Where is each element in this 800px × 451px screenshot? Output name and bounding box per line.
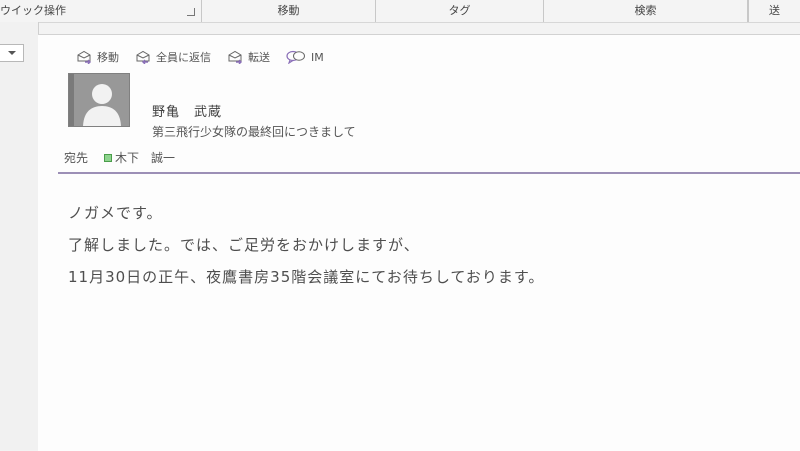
body-line: ノガメです。: [68, 204, 163, 222]
reply-all-action-button[interactable]: 全員に返信: [135, 49, 211, 65]
forward-icon: [228, 50, 242, 64]
reading-pane: 移動 全員に返信 転送 IM 野亀 武蔵 第三飛行少女隊の最終回につきまして 宛…: [38, 34, 800, 451]
reply-all-action-label: 全員に返信: [156, 51, 211, 64]
sender-avatar[interactable]: [68, 73, 130, 127]
dialog-launcher-icon[interactable]: [187, 8, 195, 16]
header-divider: [58, 172, 800, 174]
ribbon-group-label: 検索: [634, 4, 657, 17]
ribbon-bar: ウイック操作 移動 タグ 検索 送: [0, 0, 800, 23]
folder-dropdown[interactable]: [0, 44, 24, 62]
chat-icon: [286, 50, 305, 64]
message-action-bar: 移動 全員に返信 転送 IM: [76, 49, 340, 65]
im-action-button[interactable]: IM: [286, 49, 324, 65]
ribbon-group-label: タグ: [448, 4, 471, 17]
ribbon-group-label: 移動: [277, 4, 300, 17]
folder-pane-edge: [0, 22, 39, 450]
move-mail-icon: [77, 50, 91, 64]
presence-status-icon: [104, 153, 113, 162]
ribbon-group-find[interactable]: 検索: [544, 0, 748, 22]
chevron-down-icon: [8, 51, 16, 55]
recipient-name[interactable]: 木下 誠一: [115, 149, 175, 166]
message-body: ノガメです。 了解しました。では、ご足労をおかけしますが、 11月30日の正午、…: [68, 203, 544, 299]
reply-all-icon: [136, 50, 150, 64]
move-action-label: 移動: [97, 51, 119, 64]
ribbon-group-tags[interactable]: タグ: [376, 0, 544, 22]
recipients-row: 宛先 木下 誠一: [64, 149, 175, 166]
message-subject: 第三飛行少女隊の最終回につきまして: [152, 125, 356, 139]
person-silhouette-icon: [83, 84, 121, 126]
ribbon-group-label: 送: [769, 4, 780, 17]
move-action-button[interactable]: 移動: [76, 49, 119, 65]
im-action-label: IM: [311, 50, 324, 64]
forward-action-button[interactable]: 転送: [227, 49, 270, 65]
to-label: 宛先: [64, 151, 89, 165]
ribbon-group-label: ウイック操作: [0, 4, 66, 17]
ribbon-group-send[interactable]: 送: [748, 0, 800, 22]
ribbon-group-move[interactable]: 移動: [202, 0, 376, 22]
body-line: 了解しました。では、ご足労をおかけしますが、: [68, 236, 420, 254]
sender-name[interactable]: 野亀 武蔵: [152, 101, 222, 120]
forward-action-label: 転送: [248, 51, 270, 64]
body-line: 11月30日の正午、夜鷹書房35階会議室にてお待ちしております。: [68, 268, 545, 286]
ribbon-group-quick-steps[interactable]: ウイック操作: [0, 0, 202, 22]
